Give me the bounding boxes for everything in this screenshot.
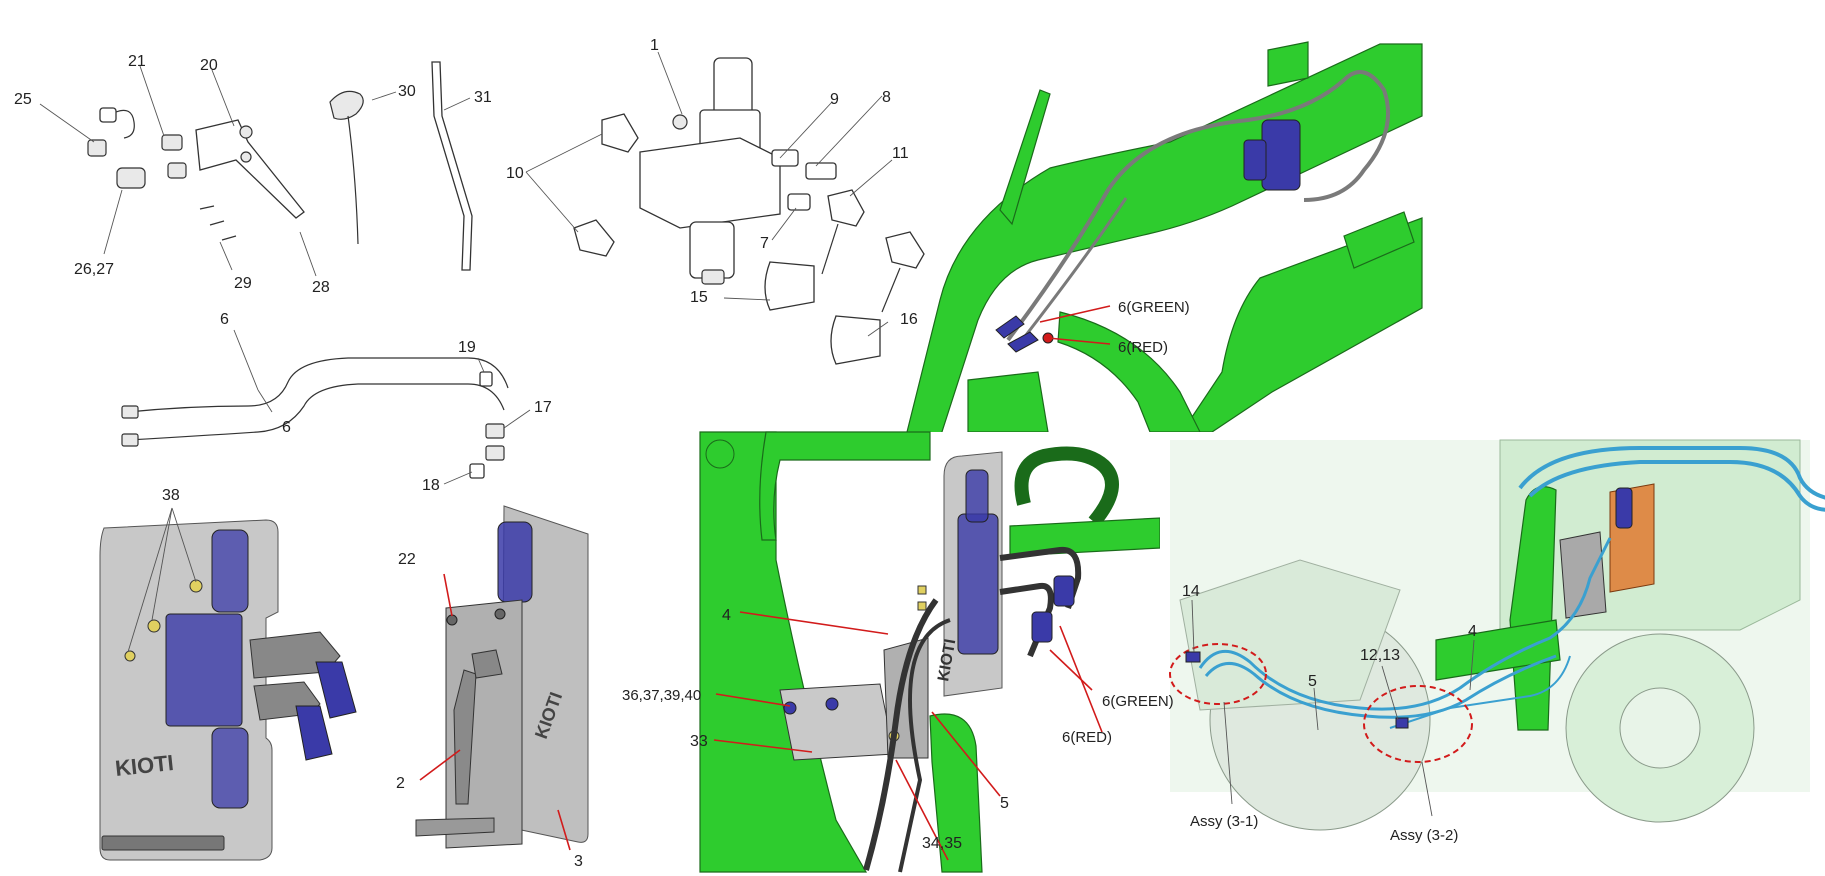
coupler-16 — [830, 315, 881, 365]
callout-31: 31 — [474, 89, 492, 106]
callout-6red-centre: 6(RED) — [1062, 729, 1112, 746]
callout-19: 19 — [458, 339, 476, 356]
callout-17: 17 — [534, 399, 552, 416]
callout-6red-top: 6(RED) — [1118, 339, 1168, 356]
callout-10: 10 — [506, 165, 524, 182]
elbow-10a — [601, 113, 639, 153]
callout-33: 33 — [690, 733, 708, 750]
callout-22: 22 — [398, 551, 416, 568]
callout-20: 20 — [200, 57, 218, 74]
tractor-overview-render — [1160, 432, 1825, 831]
lever-30 — [329, 90, 364, 245]
callout-6green-centre: 6(GREEN) — [1102, 693, 1174, 710]
valve-guard-assembly-38: KIOTI — [99, 519, 357, 861]
callout-4-centre: 4 — [722, 607, 731, 624]
callout-9: 9 — [830, 91, 839, 108]
fitting-26-27 — [116, 167, 146, 189]
coupler-19 — [479, 371, 493, 387]
callout-6-bottom: 6 — [282, 419, 291, 436]
callout-5-centre: 5 — [1000, 795, 1009, 812]
screws-29 — [199, 205, 237, 241]
valve-body — [639, 137, 781, 229]
callout-14: 14 — [1182, 583, 1200, 600]
fittings-group — [87, 107, 305, 241]
solenoid-top — [713, 57, 753, 119]
valve-block-exploded — [573, 57, 925, 365]
fitting-cap — [99, 107, 117, 123]
label-assy-3-1: Assy (3-1) — [1190, 813, 1258, 830]
fitting-8 — [805, 162, 837, 180]
bracket-guard-assembly: KIOTI — [415, 505, 589, 849]
loader-mount-render: KIOTI — [699, 431, 1161, 873]
callout-28: 28 — [312, 279, 330, 296]
elbow-11 — [827, 189, 865, 227]
callout-16: 16 — [900, 311, 918, 328]
callout-34-35: 34,35 — [922, 835, 962, 852]
fitting-7 — [787, 193, 811, 211]
callout-5-overview: 5 — [1308, 673, 1317, 690]
callout-15: 15 — [690, 289, 708, 306]
label-assy-3-2: Assy (3-2) — [1390, 827, 1458, 844]
callout-38: 38 — [162, 487, 180, 504]
callout-25: 25 — [14, 91, 32, 108]
cap-18 — [469, 463, 485, 479]
fitting-17 — [485, 423, 505, 439]
valve-body-blue — [165, 613, 243, 727]
coupler-15 — [764, 261, 815, 311]
callout-6-top: 6 — [220, 311, 229, 328]
callout-1: 1 — [650, 37, 659, 54]
fitting-17b — [485, 445, 505, 461]
callout-30: 30 — [398, 83, 416, 100]
fitting-21 — [161, 134, 183, 151]
callout-12-13: 12,13 — [1360, 647, 1400, 664]
fitting-25 — [87, 139, 107, 157]
elbow-16 — [885, 231, 925, 269]
callout-4-overview: 4 — [1468, 623, 1477, 640]
callout-8: 8 — [882, 89, 891, 106]
loader-arm-render — [889, 36, 1423, 501]
elbow-10b — [573, 219, 615, 257]
callout-7: 7 — [760, 235, 769, 252]
fitting-21b — [167, 162, 187, 179]
callout-36-40: 36,37,39,40 — [622, 687, 701, 704]
callout-21: 21 — [128, 53, 146, 70]
callout-26-27: 26,27 — [74, 261, 114, 278]
callout-11: 11 — [892, 145, 909, 162]
callout-3: 3 — [574, 853, 583, 870]
callout-6green-top: 6(GREEN) — [1118, 299, 1190, 316]
callout-29: 29 — [234, 275, 252, 292]
assembly-diagram: KIOTI KIOTI KIOTI 25 21 20 26,27 29 28 3… — [14, 36, 1825, 873]
rod-31 — [431, 61, 473, 271]
callout-18: 18 — [422, 477, 440, 494]
hose-set-6 — [121, 357, 509, 479]
callout-2: 2 — [396, 775, 405, 792]
